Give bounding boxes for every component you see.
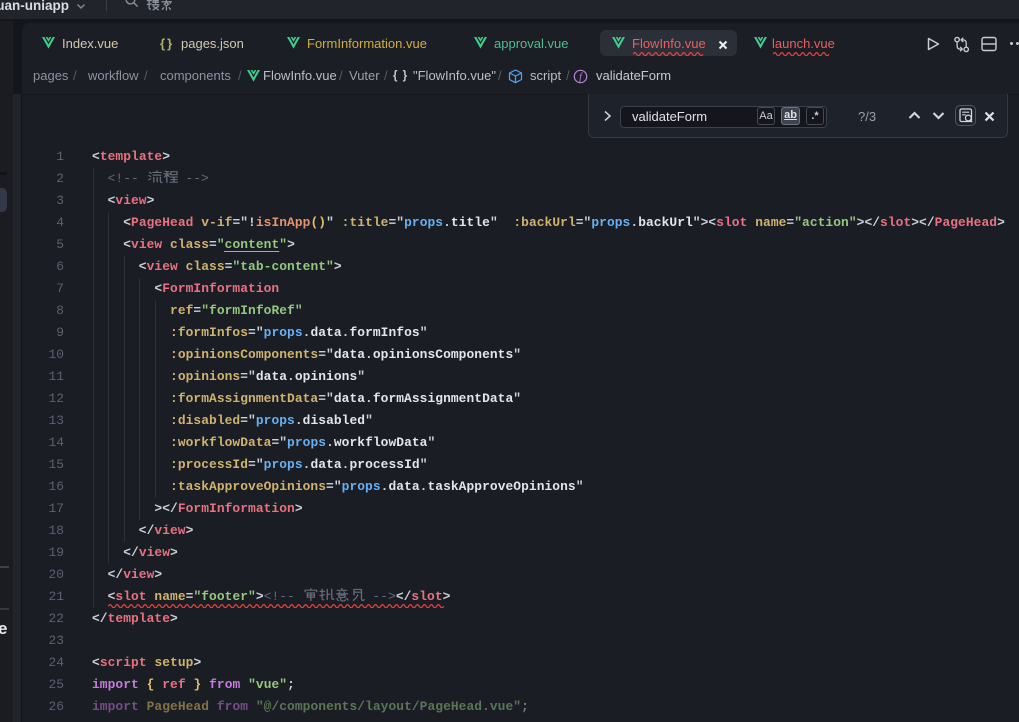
svg-text:f: f (579, 72, 583, 83)
